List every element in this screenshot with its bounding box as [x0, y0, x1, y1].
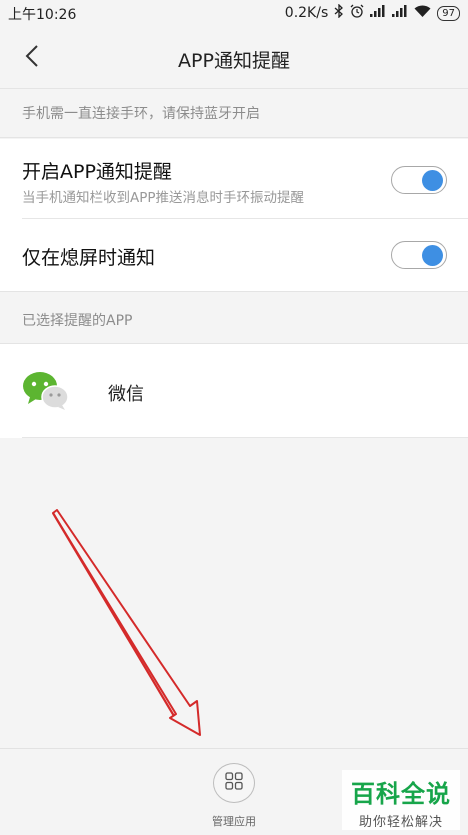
watermark-logo: 百科全说 助你轻松解决 — [342, 770, 460, 830]
page-title: APP通知提醒 — [178, 50, 290, 72]
wechat-icon — [22, 371, 72, 411]
status-right: 0.2K/s 97 — [284, 3, 460, 22]
setting-app-notify[interactable]: 开启APP通知提醒 当手机通知栏收到APP推送消息时手环振动提醒 — [22, 139, 468, 219]
watermark-title: 百科全说 — [351, 780, 451, 808]
manage-apps-button[interactable]: 管理应用 — [203, 763, 265, 829]
watermark-subtitle: 助你轻松解决 — [358, 815, 443, 830]
manage-apps-label: 管理应用 — [212, 815, 256, 828]
app-notify-toggle[interactable] — [391, 166, 447, 194]
grid-icon — [225, 772, 243, 794]
toggle-knob — [422, 169, 443, 191]
toggle-knob — [422, 244, 443, 266]
alarm-icon — [350, 4, 364, 22]
selected-apps-card: 微信 — [0, 344, 468, 438]
status-bar: 上午10:26 0.2K/s 97 — [0, 0, 468, 26]
network-speed: 0.2K/s — [284, 5, 329, 21]
setting-app-notify-title: 开启APP通知提醒 — [22, 161, 172, 183]
signal-icon — [392, 5, 408, 21]
settings-card: 开启APP通知提醒 当手机通知栏收到APP推送消息时手环振动提醒 仅在熄屏时通知 — [0, 139, 468, 291]
setting-screen-off-only[interactable]: 仅在熄屏时通知 — [22, 219, 468, 291]
battery-icon: 97 — [437, 5, 460, 21]
screen-off-toggle[interactable] — [391, 241, 447, 269]
app-item-wechat[interactable]: 微信 — [22, 344, 468, 438]
manage-apps-circle — [213, 763, 255, 803]
setting-app-notify-desc: 当手机通知栏收到APP推送消息时手环振动提醒 — [22, 190, 305, 206]
setting-screen-off-title: 仅在熄屏时通知 — [22, 247, 156, 269]
status-time: 上午10:26 — [8, 7, 77, 23]
wifi-icon — [414, 4, 431, 22]
bluetooth-notice: 手机需一直连接手环，请保持蓝牙开启 — [0, 88, 468, 138]
selected-apps-header: 已选择提醒的APP — [0, 291, 468, 344]
bluetooth-icon — [334, 3, 344, 22]
title-bar: APP通知提醒 — [0, 26, 468, 88]
app-name: 微信 — [108, 384, 144, 405]
signal-icon — [370, 5, 386, 21]
